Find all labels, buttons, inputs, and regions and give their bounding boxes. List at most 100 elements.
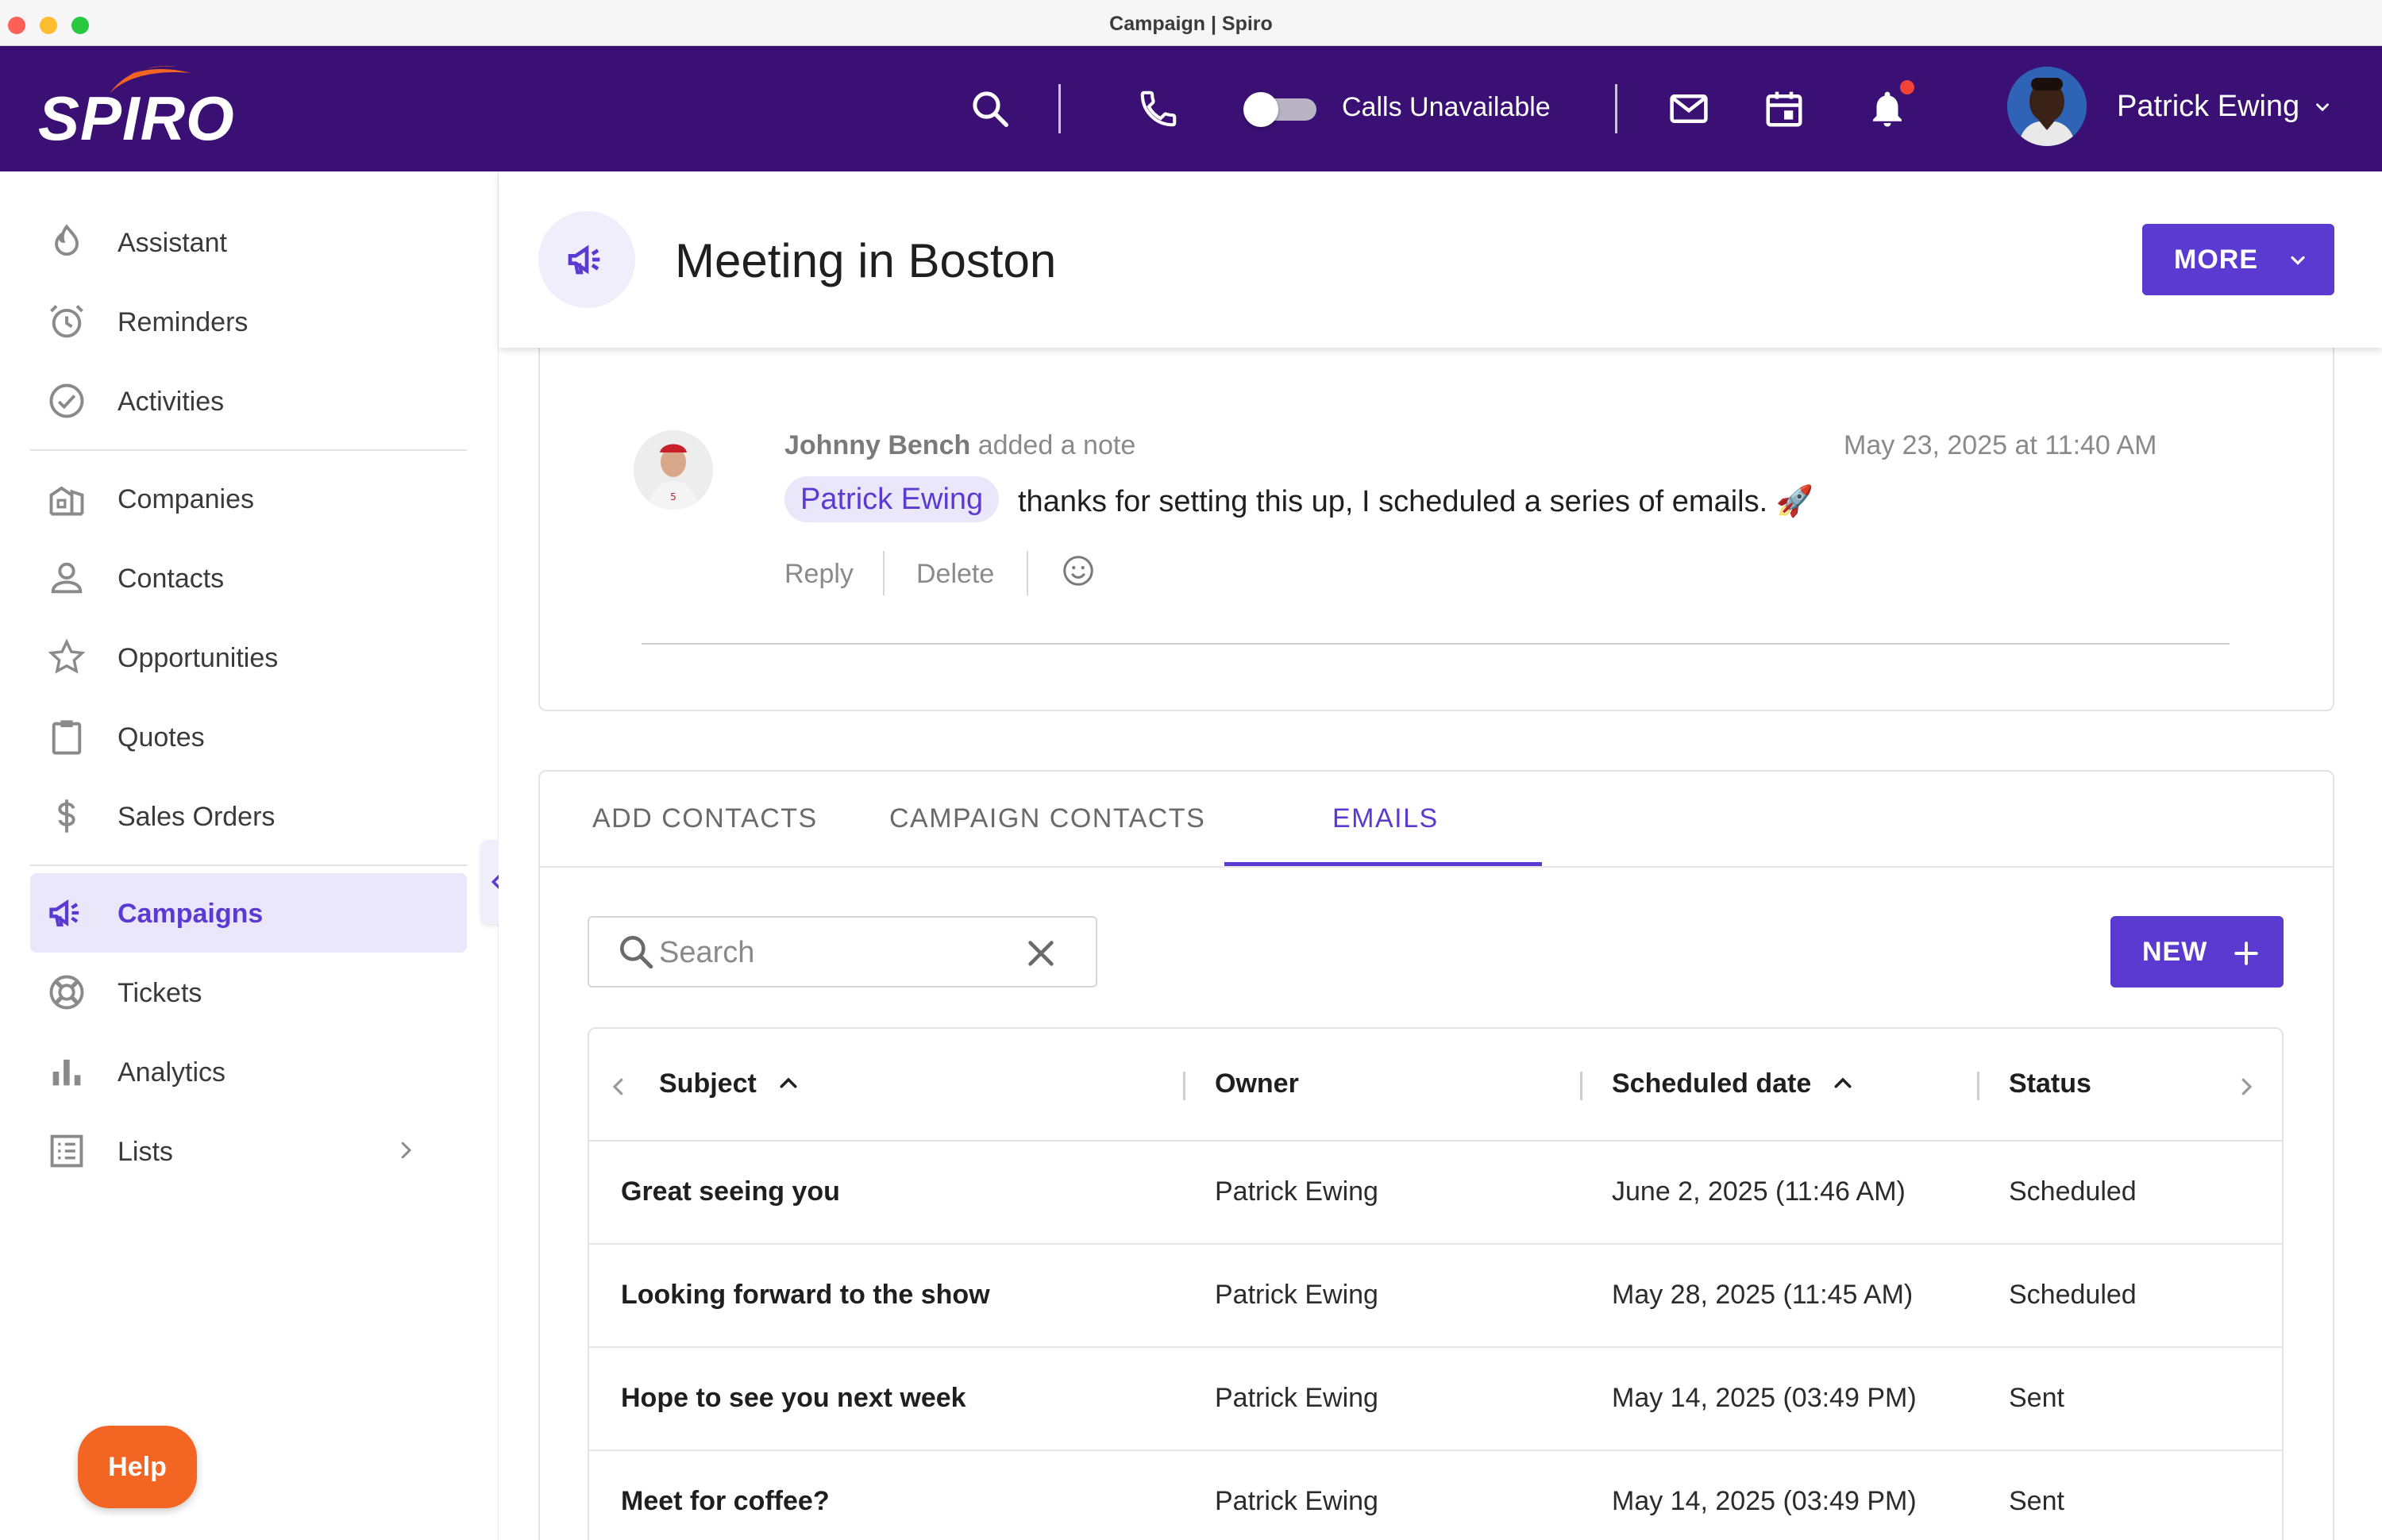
emoji-reaction-icon[interactable] <box>1060 552 1097 589</box>
tab-emails[interactable]: EMAILS <box>1332 803 1439 834</box>
help-button[interactable]: Help <box>78 1426 197 1508</box>
sidebar-item-label: Activities <box>118 387 225 417</box>
search-icon <box>620 936 653 969</box>
note-action-text: added a note <box>977 430 1136 460</box>
table-row[interactable]: Hope to see you next week Patrick Ewing … <box>589 1348 2282 1451</box>
sidebar-item-opportunities[interactable]: Opportunities <box>30 618 467 697</box>
cell-owner: Patrick Ewing <box>1215 1176 1378 1207</box>
calls-status-label: Calls Unavailable <box>1342 92 1551 122</box>
column-header-status[interactable]: Status <box>2009 1068 2091 1099</box>
search-field[interactable] <box>588 916 1097 988</box>
alarm-icon <box>50 305 83 338</box>
chevron-down-icon[interactable] <box>2312 97 2333 117</box>
new-email-button[interactable]: NEW <box>2110 916 2284 988</box>
sidebar-item-label: Contacts <box>118 564 225 594</box>
table-row[interactable]: Looking forward to the show Patrick Ewin… <box>589 1245 2282 1348</box>
cell-subject[interactable]: Looking forward to the show <box>621 1280 990 1311</box>
bell-icon[interactable] <box>1866 87 1909 130</box>
cell-status: Sent <box>2009 1486 2064 1516</box>
search-icon[interactable] <box>969 87 1012 130</box>
search-input[interactable] <box>659 932 992 973</box>
emails-table: Subject Owner Scheduled date Status Grea… <box>588 1027 2284 1540</box>
column-header-scheduled-date[interactable]: Scheduled date <box>1612 1068 1811 1099</box>
sidebar-item-lists[interactable]: Lists <box>30 1111 467 1191</box>
new-button-label: NEW <box>2142 937 2208 967</box>
sidebar-item-label: Sales Orders <box>118 802 276 832</box>
table-row[interactable]: Great seeing you Patrick Ewing June 2, 2… <box>589 1142 2282 1245</box>
tab-campaign-contacts[interactable]: CAMPAIGN CONTACTS <box>889 803 1205 834</box>
sidebar-item-label: Companies <box>118 484 254 514</box>
tab-add-contacts[interactable]: ADD CONTACTS <box>592 803 818 834</box>
cell-owner: Patrick Ewing <box>1215 1486 1378 1516</box>
sidebar-item-sales-orders[interactable]: Sales Orders <box>30 776 467 856</box>
sidebar-item-activities[interactable]: Activities <box>30 361 467 441</box>
megaphone-icon <box>568 244 600 275</box>
chevron-down-icon <box>2291 256 2305 265</box>
cell-status: Sent <box>2009 1383 2064 1413</box>
note-action-divider <box>883 551 885 595</box>
sidebar-item-contacts[interactable]: Contacts <box>30 538 467 618</box>
more-button-label: MORE <box>2174 244 2258 275</box>
sidebar-item-quotes[interactable]: Quotes <box>30 697 467 776</box>
calls-availability-toggle[interactable] <box>1243 89 1320 127</box>
lifebuoy-icon <box>49 975 84 1010</box>
sidebar-item-reminders[interactable]: Reminders <box>30 282 467 361</box>
sidebar-item-campaigns[interactable]: Campaigns <box>30 873 467 953</box>
note-author-name[interactable]: Johnny Bench <box>784 430 970 460</box>
cell-scheduled-date: May 14, 2025 (03:49 PM) <box>1612 1383 1917 1413</box>
chevron-left-icon[interactable] <box>607 1075 630 1099</box>
column-resize-handle[interactable] <box>1183 1072 1185 1100</box>
table-row[interactable]: Meet for coffee? Patrick Ewing May 14, 2… <box>589 1451 2282 1540</box>
calendar-icon[interactable] <box>1763 87 1806 130</box>
cell-status: Scheduled <box>2009 1280 2137 1310</box>
plus-icon <box>2234 941 2258 965</box>
close-icon[interactable] <box>1023 935 1059 972</box>
cell-owner: Patrick Ewing <box>1215 1280 1378 1310</box>
sort-ascending-icon[interactable] <box>1831 1072 1855 1095</box>
chevron-right-icon[interactable] <box>2234 1075 2258 1099</box>
chevron-right-icon <box>401 1142 412 1159</box>
sidebar-divider <box>30 449 467 451</box>
note-author-avatar-image: 5 <box>634 430 713 510</box>
cell-scheduled-date: May 14, 2025 (03:49 PM) <box>1612 1486 1917 1516</box>
user-avatar-image <box>2007 67 2087 146</box>
svg-text:5: 5 <box>670 491 676 502</box>
cell-subject[interactable]: Hope to see you next week <box>621 1383 966 1414</box>
reply-button[interactable]: Reply <box>784 559 854 590</box>
sidebar-item-assistant[interactable]: Assistant <box>30 202 467 282</box>
mail-icon[interactable] <box>1667 87 1710 130</box>
more-button[interactable]: MORE <box>2142 224 2334 295</box>
sidebar-item-analytics[interactable]: Analytics <box>30 1032 467 1111</box>
sidebar-item-label: Opportunities <box>118 643 279 673</box>
sidebar-item-companies[interactable]: Companies <box>30 459 467 538</box>
sort-ascending-icon[interactable] <box>777 1072 800 1095</box>
cell-subject[interactable]: Meet for coffee? <box>621 1486 830 1517</box>
note-divider <box>642 643 2230 645</box>
cell-scheduled-date: June 2, 2025 (11:46 AM) <box>1612 1176 1906 1207</box>
user-menu-name[interactable]: Patrick Ewing <box>2117 90 2299 124</box>
sidebar-item-label: Reminders <box>118 307 249 337</box>
bar-chart-icon <box>52 1059 81 1086</box>
cell-owner: Patrick Ewing <box>1215 1383 1378 1413</box>
note-author-avatar: 5 <box>634 430 713 510</box>
column-resize-handle[interactable] <box>1580 1072 1582 1100</box>
mention-chip[interactable]: Patrick Ewing <box>784 476 1000 522</box>
cell-status: Scheduled <box>2009 1176 2137 1207</box>
cell-subject[interactable]: Great seeing you <box>621 1176 840 1207</box>
phone-icon[interactable] <box>1137 87 1180 130</box>
page-header: Meeting in Boston MORE <box>499 171 2382 348</box>
column-resize-handle[interactable] <box>1977 1072 1979 1100</box>
column-header-subject[interactable]: Subject <box>659 1068 757 1099</box>
campaign-badge <box>538 211 635 308</box>
note-header: Johnny Bench added a note <box>784 430 1135 461</box>
spiro-logo[interactable]: SPIRO <box>38 65 252 153</box>
sidebar-item-label: Lists <box>118 1137 173 1167</box>
user-avatar[interactable] <box>2007 67 2087 146</box>
tabs-divider <box>540 866 2333 868</box>
dollar-icon <box>58 799 75 833</box>
sidebar-item-tickets[interactable]: Tickets <box>30 953 467 1032</box>
column-header-owner[interactable]: Owner <box>1215 1068 1299 1099</box>
delete-button[interactable]: Delete <box>916 559 994 590</box>
note-action-divider <box>1027 551 1028 595</box>
topbar-divider <box>1615 84 1617 133</box>
